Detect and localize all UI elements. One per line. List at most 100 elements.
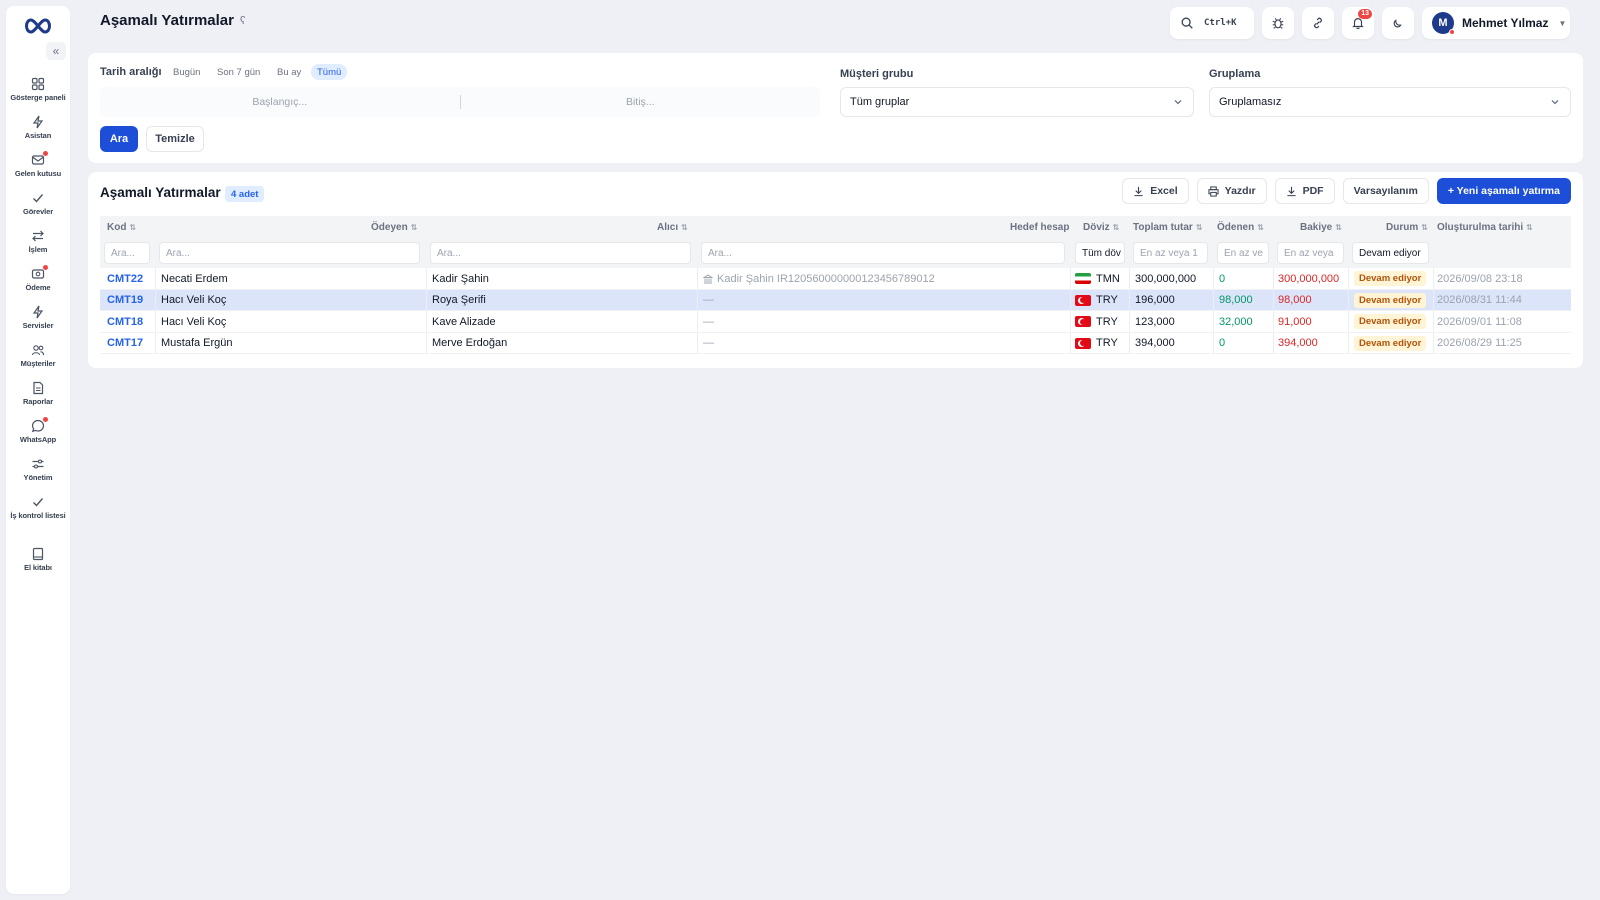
filter-currency-select[interactable]: Tüm döv: [1075, 242, 1125, 264]
col-header-total[interactable]: Toplam tutar ⇅: [1133, 216, 1203, 238]
excel-button[interactable]: Excel: [1122, 178, 1189, 204]
sidebar: « Gösterge paneli Asistan Gelen kutusu Göre…: [6, 6, 70, 894]
theme-toggle-button[interactable]: [1382, 7, 1414, 39]
cell-receiver-text: Kadir Şahin: [432, 272, 489, 285]
table-body: CMT22 Necati Erdem Kadir Şahin Kadir Şahin …: [100, 268, 1571, 354]
search-button[interactable]: Ara: [100, 126, 138, 152]
cell-currency: TRY: [1075, 290, 1118, 311]
sidebar-item-settings-sliders[interactable]: Yönetim: [6, 450, 70, 488]
status-badge: Devam ediyor: [1354, 311, 1427, 332]
sidebar-item-label: Raporlar: [22, 396, 54, 406]
sidebar-item-whatsapp[interactable]: WhatsApp: [6, 412, 70, 450]
cell-paid: 98,000: [1219, 290, 1253, 311]
sidebar-item-checklist[interactable]: İş kontrol listesi: [6, 488, 70, 526]
excel-label: Excel: [1150, 185, 1178, 197]
filter-code-input[interactable]: Ara...: [104, 242, 150, 264]
print-button[interactable]: Yazdır: [1196, 178, 1267, 204]
unread-dot: [43, 264, 48, 270]
filter-balance-input[interactable]: En az veya: [1277, 242, 1344, 264]
cell-currency: TRY: [1075, 311, 1118, 332]
col-header-paid[interactable]: Ödenen ⇅: [1217, 216, 1264, 238]
end-date-input[interactable]: Bitiş...: [461, 96, 821, 108]
sidebar-item-book[interactable]: El kitabı: [6, 540, 70, 578]
sidebar-item-bolt[interactable]: Asistan: [6, 108, 70, 146]
chip-all[interactable]: Tümü: [311, 64, 348, 80]
cell-divider: [697, 268, 698, 289]
link-button[interactable]: [1302, 7, 1334, 39]
filter-target-input[interactable]: Ara...: [701, 242, 1065, 264]
cell-paid: 0: [1219, 268, 1225, 289]
col-header-created[interactable]: Oluşturulma tarihi ⇅: [1437, 216, 1533, 238]
cell-receiver-text: Roya Şerifi: [432, 294, 486, 306]
filter-paid-input[interactable]: En az ve: [1217, 242, 1269, 264]
sidebar-item-services[interactable]: Servisler: [6, 298, 70, 336]
grouping-select[interactable]: Gruplamasız: [1209, 87, 1571, 117]
col-header-balance[interactable]: Bakiye ⇅: [1300, 216, 1342, 238]
cell-currency-text: TRY: [1096, 315, 1118, 328]
user-menu-button[interactable]: M Mehmet Yılmaz ▼: [1422, 7, 1570, 39]
chip-today[interactable]: Bugün: [167, 64, 206, 80]
table-row[interactable]: CMT22 Necati Erdem Kadir Şahin Kadir Şahin …: [100, 268, 1571, 290]
help-icon[interactable]: ʕ: [240, 15, 246, 27]
cell-divider: [155, 332, 156, 354]
sidebar-item-report[interactable]: Raporlar: [6, 374, 70, 412]
filter-status-select[interactable]: Devam ediyor: [1352, 242, 1429, 264]
sidebar-item-dashboard[interactable]: Gösterge paneli: [6, 70, 70, 108]
table-row[interactable]: CMT19 Hacı Veli Koç Roya Şerifi — TRY 196,000…: [100, 289, 1571, 311]
cell-payer: Hacı Veli Koç: [161, 290, 226, 311]
sidebar-item-label: Görevler: [22, 206, 54, 216]
default-view-button[interactable]: Varsayılanım: [1342, 178, 1429, 204]
table-row[interactable]: CMT17 Mustafa Ergün Merve Erdoğan — TRY 394,0…: [100, 332, 1571, 354]
col-header-code[interactable]: Kod ⇅: [107, 216, 136, 238]
filter-payer-input[interactable]: Ara...: [159, 242, 420, 264]
sidebar-item-payment[interactable]: Ödeme: [6, 260, 70, 298]
cell-paid-text: 32,000: [1219, 315, 1253, 328]
clear-button[interactable]: Temizle: [146, 126, 204, 152]
cell-target-account-text: —: [703, 315, 714, 328]
cell-divider: [1348, 268, 1349, 289]
cell-divider: [426, 311, 427, 332]
sidebar-item-check[interactable]: Görevler: [6, 184, 70, 222]
cell-divider: [1129, 311, 1130, 332]
sidebar-item-users[interactable]: Müşteriler: [6, 336, 70, 374]
table-row[interactable]: CMT18 Hacı Veli Koç Kave Alizade — TRY 123,00…: [100, 311, 1571, 333]
cell-code-link[interactable]: CMT22: [107, 268, 143, 289]
sort-icon: ⇅: [1335, 222, 1342, 232]
cell-created: 2026/09/01 11:08: [1437, 311, 1522, 332]
customer-group-select[interactable]: Tüm gruplar: [840, 87, 1194, 117]
col-header-payer[interactable]: Ödeyen ⇅: [371, 216, 417, 238]
filter-total-input[interactable]: En az veya 1: [1133, 242, 1208, 264]
col-header-receiver[interactable]: Alıcı ⇅: [657, 216, 688, 238]
inbox-icon: [31, 150, 48, 167]
cell-code-link[interactable]: CMT19: [107, 290, 143, 311]
cell-receiver: Kave Alizade: [432, 311, 496, 332]
cell-code-link[interactable]: CMT18: [107, 311, 143, 332]
pdf-button[interactable]: PDF: [1274, 178, 1335, 204]
cell-total: 123,000: [1135, 311, 1175, 332]
cell-divider: [155, 311, 156, 332]
chip-this-month[interactable]: Bu ay: [271, 64, 307, 80]
chevron-down-icon: [1551, 100, 1559, 105]
download-icon: [1286, 186, 1296, 196]
cell-divider: [1213, 289, 1214, 311]
logo-infinity-icon[interactable]: [22, 16, 54, 36]
cell-divider: [697, 289, 698, 311]
sort-icon: ⇅: [1421, 222, 1428, 232]
debug-button[interactable]: [1262, 7, 1294, 39]
book-icon: [31, 547, 45, 561]
col-header-label: Bakiye: [1300, 221, 1333, 233]
global-search-button[interactable]: Ctrl+K: [1170, 7, 1254, 39]
notifications-button[interactable]: 13: [1342, 7, 1374, 39]
col-header-currency[interactable]: Döviz ⇅: [1083, 216, 1119, 238]
new-staged-deposit-button[interactable]: + Yeni aşamalı yatırma: [1436, 178, 1571, 204]
filter-receiver-input[interactable]: Ara...: [430, 242, 691, 264]
chip-last-7-days[interactable]: Son 7 gün: [211, 64, 266, 80]
cell-code-link-text: CMT17: [107, 337, 144, 349]
start-date-input[interactable]: Başlangıç...: [100, 96, 460, 108]
sidebar-collapse-button[interactable]: «: [46, 42, 66, 60]
cell-payer: Necati Erdem: [161, 268, 228, 289]
col-header-status[interactable]: Durum ⇅: [1386, 216, 1428, 238]
sidebar-item-transfer[interactable]: İşlem: [6, 222, 70, 260]
sidebar-item-inbox[interactable]: Gelen kutusu: [6, 146, 70, 184]
cell-code-link[interactable]: CMT17: [107, 333, 143, 354]
